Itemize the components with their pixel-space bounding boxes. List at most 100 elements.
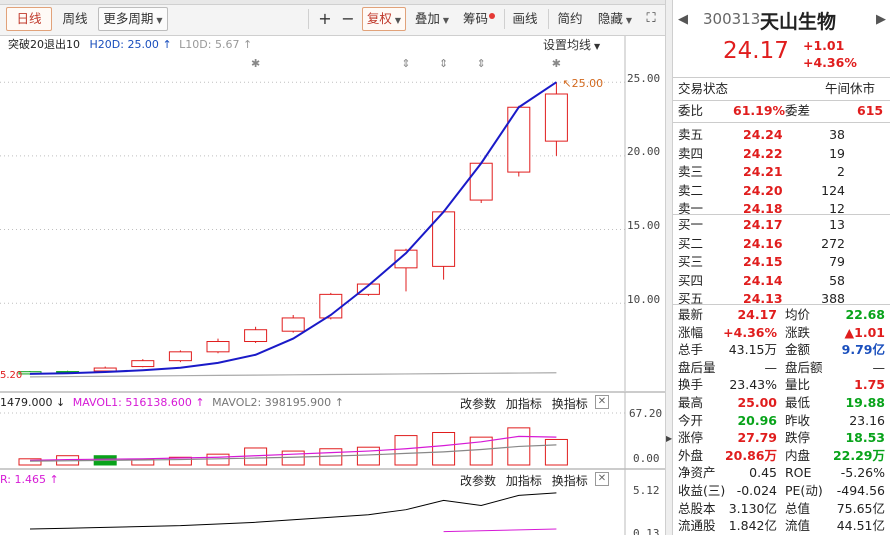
stat-label: 昨收 [785, 412, 811, 428]
volume-bar [544, 438, 568, 466]
ask-row-4-volume: 19 [829, 145, 845, 161]
bid-row-3-label: 买三 [678, 254, 704, 269]
bid-row-3-volume: 79 [829, 254, 845, 269]
ask-row-3-volume: 2 [837, 164, 845, 179]
chips-button[interactable]: 筹码 [458, 7, 500, 31]
ask-row-2-label: 卖二 [678, 182, 704, 198]
candle [469, 162, 493, 201]
hide-dropdown[interactable]: 隐藏 ▼ [594, 7, 636, 31]
bid-row-2-label: 买二 [678, 235, 704, 251]
stat-value: ▲1.01 [844, 324, 885, 340]
ask-row-4-price[interactable]: 24.22 [743, 145, 783, 163]
top-tab-strip [0, 0, 665, 5]
bid-row-1-volume: 13 [829, 217, 845, 232]
fullscreen-icon: ⛶ [646, 11, 656, 26]
tab-weekly[interactable]: 周线 [56, 7, 94, 31]
separator [673, 214, 890, 215]
restore-rights-dropdown[interactable]: 复权 ▼ [362, 7, 406, 31]
stat-value: — [872, 359, 886, 375]
trade-status-label: 交易状态 [678, 81, 729, 96]
zoom-out-button[interactable]: − [337, 7, 359, 31]
peak-label: ↖25.00 [562, 77, 603, 90]
candle [281, 317, 305, 332]
stat-value: 27.79 [737, 430, 777, 446]
bid-row-3-price[interactable]: 24.15 [743, 253, 783, 271]
stat-label: ROE [785, 465, 812, 481]
stat-label: 总股本 [678, 500, 716, 516]
zoom-in-button[interactable]: + [314, 7, 336, 31]
restore-rights-label: 复权 [366, 11, 392, 26]
ask-row-5-price[interactable]: 24.24 [743, 126, 783, 144]
minimal-button[interactable]: 简约 [553, 7, 587, 31]
stat-label: 最新 [678, 307, 704, 322]
stat-value: 22.29万 [832, 447, 885, 463]
stat-value: 44.51亿 [836, 518, 885, 534]
bid-row-1-price[interactable]: 24.17 [743, 216, 783, 234]
stat-value: 23.43% [729, 377, 777, 393]
more-periods-label: 更多周期 [103, 11, 154, 26]
stat-label: 均价 [785, 307, 811, 322]
stat-label: 总手 [678, 342, 704, 358]
stat-value: 75.65亿 [836, 500, 885, 516]
stat-value: -5.26% [840, 465, 885, 481]
separator [673, 122, 890, 123]
last-price: 24.17 [723, 38, 789, 64]
bid-row-2-price[interactable]: 24.16 [743, 235, 783, 253]
toolbar-divider [308, 9, 309, 29]
volume-bar [281, 450, 305, 466]
chart-area[interactable]: 突破20退出10 H20D: 25.00 ↑ L10D: 5.67 ↑ 设置均线… [0, 36, 665, 535]
fullscreen-button[interactable]: ⛶ [640, 7, 662, 31]
quote-panel: ◀ 300313 天山生物 ▶ 24.17 +1.01 +4.36% 交易状态 … [673, 0, 890, 535]
bid-row-4-price[interactable]: 24.14 [743, 272, 783, 290]
ask-row-2-price[interactable]: 24.20 [743, 182, 783, 200]
signal-marker: ✱ [251, 57, 260, 70]
stat-value: -0.024 [736, 483, 777, 498]
prev-stock-button[interactable]: ◀ [678, 12, 688, 27]
stat-value: 43.15万 [728, 342, 777, 358]
collapse-arrow-icon[interactable]: ▶ [666, 434, 672, 443]
overlay-dropdown[interactable]: 叠加 ▼ [410, 7, 454, 31]
stat-label: 涨停 [678, 430, 704, 446]
ask-row-5-label: 卖五 [678, 127, 704, 142]
chevron-down-icon: ▼ [442, 16, 450, 25]
stat-label: 盘后额 [785, 359, 823, 375]
indicator-line-2 [443, 528, 557, 533]
panel-divider[interactable]: ▶ [665, 0, 673, 535]
stat-value: 1.842亿 [728, 518, 777, 534]
next-stock-button[interactable]: ▶ [876, 12, 886, 27]
chevron-down-icon: ▼ [625, 16, 633, 25]
volume-bar [356, 446, 380, 466]
candle [206, 341, 230, 353]
l10d-line [29, 372, 557, 378]
volume-bar [394, 435, 418, 466]
ask-row-3-price[interactable]: 24.21 [743, 163, 783, 181]
price-change-pct: +4.36% [803, 55, 857, 70]
signal-marker: ⇕ [477, 57, 486, 70]
more-periods-dropdown[interactable]: 更多周期 ▼ [98, 7, 168, 31]
stat-value: +4.36% [723, 324, 777, 340]
chevron-down-icon: ▼ [394, 16, 402, 25]
tab-daily[interactable]: 日线 [6, 7, 52, 31]
stat-label: 流值 [785, 518, 811, 534]
draw-line-button[interactable]: 画线 [508, 7, 542, 31]
stat-label: 盘后量 [678, 359, 716, 375]
chips-label: 筹码 [462, 11, 488, 26]
toolbar-divider [504, 9, 505, 29]
draw-line-label: 画线 [512, 11, 538, 26]
bid-row-4-label: 买四 [678, 272, 704, 288]
low-price-label: 5.20 [0, 370, 22, 381]
stat-label: PE(动) [785, 483, 823, 498]
stat-label: 量比 [785, 377, 811, 393]
stat-value: 1.75 [854, 377, 885, 393]
separator [673, 77, 890, 78]
zoom-in-label: + [318, 9, 332, 28]
chart-canvas[interactable]: ✱ ⇕ ⇕ ⇕ ✱↖25.005.20 [0, 36, 665, 535]
tab-weekly-label: 周线 [62, 11, 88, 26]
trade-status-value: 午间休市 [825, 81, 876, 96]
candle [131, 360, 155, 368]
toolbar-divider [548, 9, 549, 29]
tab-daily-label: 日线 [16, 11, 42, 26]
separator [673, 100, 890, 101]
chart-toolbar: 日线 周线 更多周期 ▼ + − 复权 ▼ 叠加 ▼ 筹码 画线 简约 隐藏 ▼ ⛶ [0, 0, 665, 36]
stat-value: 25.00 [737, 395, 777, 410]
